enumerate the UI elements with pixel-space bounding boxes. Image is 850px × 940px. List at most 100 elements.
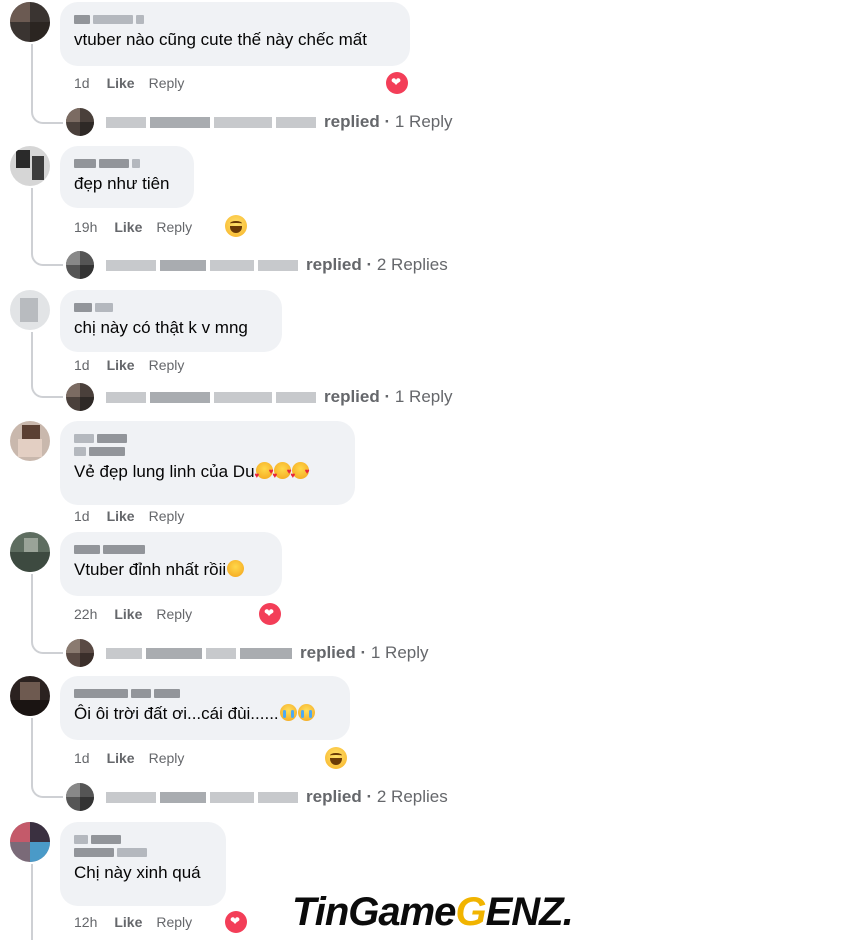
avatar[interactable]: [10, 2, 50, 42]
avatar[interactable]: [10, 676, 50, 716]
reply-button[interactable]: Reply: [149, 75, 185, 91]
comment-time[interactable]: 1d: [74, 357, 90, 373]
comment-bubble: Vẻ đẹp lung linh của Du: [60, 421, 355, 505]
comment-time[interactable]: 1d: [74, 508, 90, 524]
replied-label: replied: [300, 643, 356, 662]
comment-bubble: Chị này xinh quá: [60, 822, 226, 906]
author-name-blurred[interactable]: [74, 545, 268, 554]
author-name-blurred: [74, 447, 341, 456]
like-button[interactable]: Like: [114, 606, 142, 622]
thread-line: [31, 188, 33, 250]
reply-button[interactable]: Reply: [156, 914, 192, 930]
author-name-blurred[interactable]: [74, 15, 396, 24]
reply-button[interactable]: Reply: [156, 606, 192, 622]
smiling-hearts-emoji-icon: [291, 461, 310, 487]
replier-names-blurred: [106, 391, 316, 403]
comment-time[interactable]: 1d: [74, 750, 90, 766]
author-name-blurred[interactable]: [74, 689, 336, 698]
heart-reaction-icon[interactable]: [225, 911, 247, 933]
heart-reaction-icon[interactable]: [259, 603, 281, 625]
view-replies[interactable]: replied · 1 Reply: [66, 639, 429, 667]
smiling-hearts-emoji-icon: [255, 461, 274, 487]
thread-line: [31, 44, 33, 108]
replies-count[interactable]: 2 Replies: [377, 255, 448, 275]
replier-avatar: [66, 251, 94, 279]
reply-connector: [31, 638, 63, 654]
comment-text: Vtuber đỉnh nhất rồii: [74, 559, 268, 581]
comment-text: vtuber nào cũng cute thế này chếc mất: [74, 30, 367, 49]
author-name-blurred[interactable]: [74, 159, 180, 168]
replies-count[interactable]: 2 Replies: [377, 787, 448, 807]
replies-count[interactable]: 1 Reply: [395, 112, 453, 132]
reply-button[interactable]: Reply: [149, 750, 185, 766]
view-replies[interactable]: replied · 1 Reply: [66, 108, 453, 136]
comment-text: đẹp như tiên: [74, 174, 170, 193]
avatar[interactable]: [10, 290, 50, 330]
like-button[interactable]: Like: [107, 357, 135, 373]
replies-count[interactable]: 1 Reply: [395, 387, 453, 407]
replier-avatar: [66, 383, 94, 411]
replier-names-blurred: [106, 116, 316, 128]
reply-connector: [31, 108, 63, 124]
comment-bubble: Ôi ôi trời đất ơi...cái đùi......: [60, 676, 350, 740]
reply-connector: [31, 250, 63, 266]
replier-names-blurred: [106, 647, 292, 659]
comment-actions: 19h Like Reply: [74, 219, 192, 235]
replied-label: replied: [306, 787, 362, 806]
reply-connector: [31, 782, 63, 798]
avatar[interactable]: [10, 146, 50, 186]
reply-button[interactable]: Reply: [156, 219, 192, 235]
comment-bubble: Vtuber đỉnh nhất rồii: [60, 532, 282, 596]
replier-avatar: [66, 639, 94, 667]
comment-text: Chị này xinh quá: [74, 863, 201, 882]
author-name-blurred[interactable]: [74, 835, 212, 844]
replied-label: replied: [324, 112, 380, 131]
replier-avatar: [66, 108, 94, 136]
comment-actions: 22h Like Reply: [74, 606, 192, 622]
thread-line: [31, 332, 33, 382]
comment-text: Ôi ôi trời đất ơi...cái đùi......: [74, 703, 336, 725]
comment-time[interactable]: 19h: [74, 219, 97, 235]
reply-button[interactable]: Reply: [149, 508, 185, 524]
like-button[interactable]: Like: [114, 914, 142, 930]
view-replies[interactable]: replied · 1 Reply: [66, 383, 453, 411]
replier-names-blurred: [106, 791, 298, 803]
avatar[interactable]: [10, 532, 50, 572]
comment-text: Vẻ đẹp lung linh của Du: [74, 461, 341, 487]
like-button[interactable]: Like: [107, 750, 135, 766]
author-name-blurred[interactable]: [74, 434, 341, 443]
comment-actions: 1d Like Reply: [74, 75, 184, 91]
comment-time[interactable]: 12h: [74, 914, 97, 930]
comment-bubble: chị này có thật k v mng: [60, 290, 282, 352]
thread-line: [31, 718, 33, 782]
reply-button[interactable]: Reply: [149, 357, 185, 373]
haha-reaction-icon[interactable]: [325, 747, 347, 769]
crying-face-emoji-icon: [297, 704, 315, 721]
replies-count[interactable]: 1 Reply: [371, 643, 429, 663]
view-replies[interactable]: replied · 2 Replies: [66, 251, 448, 279]
comment-actions: 12h Like Reply: [74, 914, 192, 930]
replier-names-blurred: [106, 259, 298, 271]
watermark-dot: .: [562, 890, 574, 934]
like-button[interactable]: Like: [107, 75, 135, 91]
comment-bubble: đẹp như tiên: [60, 146, 194, 208]
heart-reaction-icon[interactable]: [386, 72, 408, 94]
author-name-blurred: [74, 848, 212, 857]
comment-time[interactable]: 1d: [74, 75, 90, 91]
author-name-blurred[interactable]: [74, 303, 268, 312]
replier-avatar: [66, 783, 94, 811]
like-button[interactable]: Like: [114, 219, 142, 235]
view-replies[interactable]: replied · 2 Replies: [66, 783, 448, 811]
like-button[interactable]: Like: [107, 508, 135, 524]
smiling-hearts-emoji-icon: [273, 461, 292, 487]
haha-reaction-icon[interactable]: [225, 215, 247, 237]
avatar[interactable]: [10, 822, 50, 862]
comment-time[interactable]: 22h: [74, 606, 97, 622]
watermark-g: GENZ: [455, 890, 563, 934]
comment-actions: 1d Like Reply: [74, 508, 184, 524]
thread-line: [31, 864, 33, 940]
watermark-logo: TinGameGENZ.: [292, 890, 574, 935]
replied-label: replied: [306, 255, 362, 274]
comment-text: chị này có thật k v mng: [74, 318, 248, 337]
avatar[interactable]: [10, 421, 50, 461]
